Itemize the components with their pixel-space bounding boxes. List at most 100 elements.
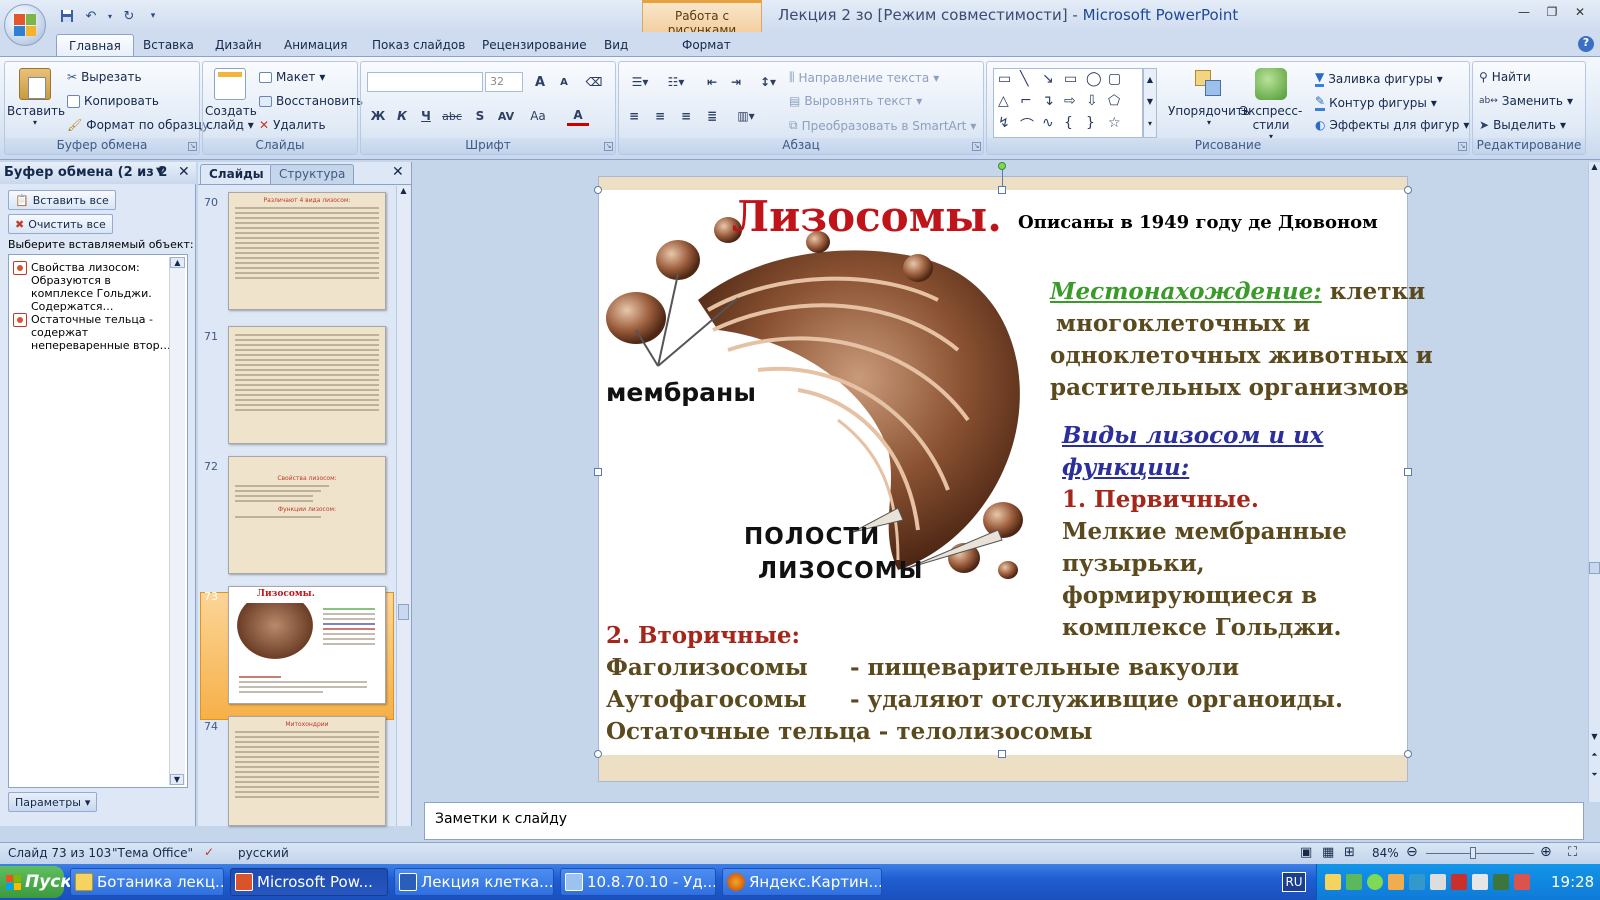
rectangle-shape-icon[interactable]: ▭ xyxy=(1064,71,1086,93)
scroll-down-icon[interactable]: ▼ xyxy=(170,774,184,785)
shapes-gallery[interactable]: ▭ ╲ ↘ ▭ ◯ ▢ △ ⌐ ↴ ⇨ ⇩ ⬠ ↯ ⌒ ∿{} ☆ xyxy=(993,68,1143,138)
triangle-shape-icon[interactable]: △ xyxy=(998,93,1020,115)
normal-view-icon[interactable]: ▣ xyxy=(1300,845,1312,860)
redo-icon[interactable]: ↻ xyxy=(120,7,138,25)
notes-pane[interactable]: Заметки к слайду xyxy=(424,802,1584,840)
rounded-rect-shape-icon[interactable]: ▢ xyxy=(1108,71,1130,93)
restore-icon[interactable]: ❐ xyxy=(1540,2,1564,22)
language-bar[interactable]: RU xyxy=(1282,872,1306,892)
font-launcher-icon[interactable]: ↘ xyxy=(604,142,613,151)
taskbar-item-word[interactable]: Лекция клетка... xyxy=(394,868,554,896)
cut-button[interactable]: ✂ Вырезать xyxy=(67,70,142,84)
bold-button[interactable]: Ж xyxy=(367,106,389,126)
arrow-line-shape-icon[interactable]: ↘ xyxy=(1042,71,1064,93)
zoom-in-icon[interactable]: ⊕ xyxy=(1540,844,1552,860)
theme-name[interactable]: "Тема Office" xyxy=(112,846,193,860)
increase-indent-icon[interactable]: ⇥ xyxy=(725,72,747,92)
decrease-indent-icon[interactable]: ⇤ xyxy=(701,72,723,92)
resize-handle-t[interactable] xyxy=(998,186,1006,194)
tab-design[interactable]: Дизайн xyxy=(215,38,262,52)
zoom-out-icon[interactable]: ⊖ xyxy=(1406,844,1418,860)
layout-button[interactable]: Макет ▾ xyxy=(259,70,325,84)
resize-handle-l[interactable] xyxy=(594,468,602,476)
clock[interactable]: 19:28 xyxy=(1551,873,1594,891)
zoom-slider[interactable] xyxy=(1426,853,1534,854)
shape-effects-button[interactable]: ◐ Эффекты для фигур ▾ xyxy=(1315,118,1469,132)
taskbar-item-remote-desktop[interactable]: 10.8.70.10 - Уд... xyxy=(560,868,716,896)
line-shape-icon[interactable]: ╲ xyxy=(1020,71,1042,93)
font-name-combo[interactable] xyxy=(367,72,483,92)
tab-review[interactable]: Рецензирование xyxy=(482,38,587,52)
close-icon[interactable]: ✕ xyxy=(1568,2,1592,22)
spellcheck-icon[interactable]: ✓ xyxy=(204,845,214,859)
resize-handle-b[interactable] xyxy=(998,750,1006,758)
resize-handle-r[interactable] xyxy=(1404,468,1412,476)
shadow-button[interactable]: S xyxy=(469,106,491,126)
tab-format[interactable]: Формат xyxy=(682,38,731,52)
clipboard-launcher-icon[interactable]: ↘ xyxy=(188,142,197,151)
select-button[interactable]: ➤ Выделить ▾ xyxy=(1479,118,1566,132)
strikethrough-button[interactable]: abc xyxy=(441,106,463,126)
scroll-thumb[interactable] xyxy=(1589,562,1600,574)
scroll-up-icon[interactable]: ▲ xyxy=(170,257,185,268)
italic-button[interactable]: К xyxy=(391,106,413,126)
new-slide-button[interactable]: Создать слайд ▾ xyxy=(205,68,257,132)
shrink-font-button[interactable]: A xyxy=(553,72,575,92)
office-button[interactable] xyxy=(4,4,46,46)
tray-icon-security[interactable] xyxy=(1493,874,1509,890)
find-button[interactable]: ⚲ Найти xyxy=(1479,70,1531,84)
slide-thumbnail-74[interactable]: Митохондрии xyxy=(228,716,386,826)
help-icon[interactable]: ? xyxy=(1578,36,1594,52)
char-spacing-button[interactable]: AV xyxy=(495,106,517,126)
tray-icon-antivirus[interactable] xyxy=(1367,874,1383,890)
underline-button[interactable]: Ч xyxy=(415,106,437,126)
resize-handle-br[interactable] xyxy=(1404,750,1412,758)
tray-icon-app[interactable] xyxy=(1451,874,1467,890)
change-case-button[interactable]: Aa xyxy=(527,106,549,126)
clipboard-item[interactable]: Остаточные тельца - содержат непереварен… xyxy=(13,313,171,352)
resize-handle-tl[interactable] xyxy=(594,186,602,194)
tab-outline[interactable]: Структура xyxy=(270,164,355,184)
convert-smartart-button[interactable]: ⧉ Преобразовать в SmartArt ▾ xyxy=(789,118,976,133)
previous-slide-icon[interactable]: ⏶ xyxy=(1589,750,1600,760)
align-text-button[interactable]: ▤ Выровнять текст ▾ xyxy=(789,94,922,108)
pane-options-icon[interactable]: ▼ xyxy=(156,166,164,177)
scroll-thumb[interactable] xyxy=(398,604,409,620)
right-arrow-shape-icon[interactable]: ⇨ xyxy=(1064,93,1086,115)
copy-button[interactable]: Копировать xyxy=(67,94,159,108)
grow-font-button[interactable]: A xyxy=(529,72,551,92)
bullets-icon[interactable]: ☰▾ xyxy=(623,72,657,92)
oval-shape-icon[interactable]: ◯ xyxy=(1086,71,1108,93)
reset-button[interactable]: Восстановить xyxy=(259,94,363,108)
align-right-icon[interactable]: ≡ xyxy=(675,106,697,126)
slides-pane-close-icon[interactable]: ✕ xyxy=(392,164,404,180)
tab-home[interactable]: Главная xyxy=(56,34,134,58)
clipboard-scrollbar[interactable]: ▲ ▼ xyxy=(169,257,185,785)
slide-sorter-view-icon[interactable]: ▦ xyxy=(1322,845,1334,860)
fit-to-window-icon[interactable]: ⛶ xyxy=(1568,845,1577,860)
tab-insert[interactable]: Вставка xyxy=(143,38,194,52)
slide-thumbnail-72[interactable]: Свойства лизосом: Функции лизосом: xyxy=(228,456,386,574)
slide-show-view-icon[interactable]: ⊞ xyxy=(1344,845,1355,860)
paste-all-button[interactable]: 📋 Вставить все xyxy=(8,190,116,210)
shape-fill-button[interactable]: ▼ Заливка фигуры ▾ xyxy=(1315,70,1443,87)
replace-button[interactable]: ab↔ Заменить ▾ xyxy=(1479,94,1573,108)
resize-handle-tr[interactable] xyxy=(1404,186,1412,194)
tab-slide-show[interactable]: Показ слайдов xyxy=(372,38,465,52)
delete-slide-button[interactable]: ✕ Удалить xyxy=(259,118,326,132)
scroll-up-icon[interactable]: ▲ xyxy=(397,186,410,195)
tray-icon-info[interactable] xyxy=(1514,874,1530,890)
tray-icon-chat[interactable] xyxy=(1409,874,1425,890)
right-brace-shape-icon[interactable]: } xyxy=(1086,115,1108,137)
next-slide-icon[interactable]: ⏷ xyxy=(1589,770,1600,780)
shape-outline-button[interactable]: ✎ Контур фигуры ▾ xyxy=(1315,94,1437,111)
minimize-icon[interactable]: — xyxy=(1512,2,1536,22)
columns-icon[interactable]: ▥▾ xyxy=(729,106,763,126)
customize-qat-icon[interactable]: ▾ xyxy=(144,7,162,25)
undo-icon[interactable]: ↶ xyxy=(82,7,100,25)
slides-scrollbar[interactable]: ▲ xyxy=(396,186,410,826)
start-button[interactable]: Пуск xyxy=(0,866,72,898)
clear-format-icon[interactable]: ⌫ xyxy=(583,72,605,92)
scroll-down-icon[interactable]: ▼ xyxy=(1589,732,1600,741)
freeform-shape-icon[interactable]: ↯ xyxy=(998,115,1020,137)
